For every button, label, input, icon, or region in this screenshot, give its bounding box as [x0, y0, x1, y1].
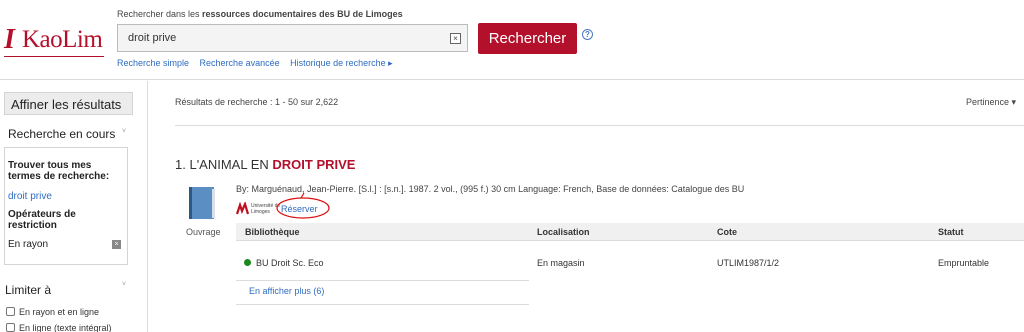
- search-caption: Rechercher dans les ressources documenta…: [117, 9, 403, 19]
- search-button[interactable]: Rechercher: [478, 23, 577, 54]
- show-more-link[interactable]: En afficher plus (6): [249, 286, 324, 296]
- chevron-down-icon[interactable]: ˅: [122, 128, 126, 135]
- restriction-operators-label: Opérateurs de restriction: [8, 209, 76, 231]
- reserve-link[interactable]: Réserver: [281, 204, 318, 214]
- holding-call-number: UTLIM1987/1/2: [717, 258, 780, 268]
- results-count: Résultats de recherche : 1 - 50 sur 2,62…: [175, 97, 339, 107]
- result-number: 1.: [175, 157, 186, 172]
- limit-label: En rayon et en ligne: [19, 307, 100, 317]
- column-location: Localisation: [537, 227, 590, 237]
- holding-library: BU Droit Sc. Eco: [256, 258, 324, 268]
- restriction-value: En rayon: [8, 239, 49, 250]
- current-search-heading[interactable]: Recherche en cours: [8, 127, 115, 141]
- limit-in-stock-online[interactable]: En rayon et en ligne: [6, 307, 99, 317]
- limit-online-fulltext[interactable]: En ligne (texte intégral): [6, 323, 112, 332]
- document-type: Ouvrage: [186, 227, 221, 237]
- column-call-number: Cote: [717, 227, 737, 237]
- holding-location: En magasin: [537, 258, 585, 268]
- university-logo-icon: [236, 202, 250, 215]
- sort-dropdown[interactable]: Pertinence ▾: [966, 97, 1016, 108]
- holding-status: Empruntable: [938, 258, 990, 268]
- limit-to-heading[interactable]: Limiter à: [5, 283, 51, 297]
- result-title[interactable]: 1. L'ANIMAL EN DROIT PRIVE: [175, 157, 355, 172]
- kaolim-logo[interactable]: I KaoLim: [4, 24, 104, 57]
- chevron-down-icon[interactable]: ˅: [122, 281, 126, 288]
- advanced-search-link[interactable]: Recherche avancée: [200, 58, 280, 68]
- search-caption-bold: ressources documentaires des BU de Limog…: [202, 9, 403, 19]
- column-status: Statut: [938, 227, 964, 237]
- checkbox-icon[interactable]: [6, 307, 15, 316]
- remove-filter-icon[interactable]: ×: [112, 240, 121, 249]
- availability-dot-icon: [244, 259, 251, 266]
- search-input[interactable]: [118, 25, 438, 51]
- logo-k-icon: I: [4, 24, 15, 55]
- header: I KaoLim Rechercher dans les ressources …: [0, 0, 1024, 80]
- search-caption-prefix: Rechercher dans les: [117, 9, 203, 19]
- search-mode-links: Recherche simple Recherche avancée Histo…: [117, 58, 401, 69]
- refine-results-title: Affiner les résultats: [4, 92, 133, 115]
- search-term-link[interactable]: droit prive: [8, 191, 52, 202]
- checkbox-icon[interactable]: [6, 323, 15, 332]
- search-box: ×: [117, 24, 468, 52]
- book-icon[interactable]: [188, 186, 217, 220]
- limit-label: En ligne (texte intégral): [19, 323, 112, 332]
- help-icon[interactable]: ?: [582, 29, 593, 40]
- search-history-link[interactable]: Historique de recherche ▸: [290, 58, 393, 68]
- row-divider: [236, 280, 529, 281]
- logo-underline: [4, 56, 104, 57]
- holdings-header-row: Bibliothèque Localisation Cote Statut: [236, 223, 1024, 241]
- find-all-terms-label: Trouver tous mes termes de recherche:: [8, 160, 110, 182]
- clear-search-icon[interactable]: ×: [450, 33, 461, 44]
- logo-text: KaoLim: [22, 26, 103, 53]
- simple-search-link[interactable]: Recherche simple: [117, 58, 189, 68]
- divider: [175, 125, 1024, 126]
- row-divider: [236, 304, 529, 305]
- column-library: Bibliothèque: [245, 227, 300, 237]
- result-title-prefix[interactable]: L'ANIMAL EN: [189, 157, 272, 172]
- result-title-highlight[interactable]: DROIT PRIVE: [272, 157, 355, 172]
